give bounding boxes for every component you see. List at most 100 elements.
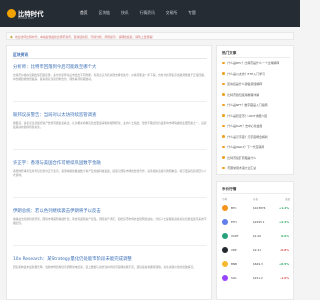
main-nav: 首页 区块链 快讯 行情资讯 交易所 专题 — [80, 10, 207, 16]
hot-article-item[interactable]: 什么是DeFi？去中心化金融 — [222, 124, 292, 128]
coin-name[interactable]: SOL — [231, 276, 253, 280]
divider — [222, 193, 290, 194]
divider — [222, 57, 290, 58]
logo-icon[interactable] — [7, 9, 16, 18]
bullet-icon — [222, 114, 225, 117]
article-summary: 比特币价格在近期出现回落走势，多位分析师对后市给出不同判断。有观点认为若关键支撑… — [13, 73, 207, 82]
nav-home[interactable]: 首页 — [80, 10, 88, 16]
article-title-link[interactable]: 联邦议员警告：当局对以太坊持续监管调查 — [13, 112, 207, 118]
article-item: 伊朗总统：若以色列继续袭击伊朗将予以反击 地缘政治局势持续紧张，国际市场避险情绪… — [13, 208, 207, 246]
divider — [13, 58, 207, 59]
notice-text[interactable]: 欢迎访问比特时代，本站提供最新比特币资讯、区块链新闻、行情分析，风险提示：请理性… — [15, 35, 285, 39]
article-summary: 研究机构发布最新报告称，当前市场结构显示调整尚未结束，链上数据与资金流向均显示短… — [13, 265, 196, 269]
nav-topics[interactable]: 专题 — [188, 10, 196, 16]
coin-name[interactable]: USDT — [231, 234, 253, 238]
coin-icon — [222, 233, 228, 239]
speaker-icon: ◆ — [10, 34, 13, 39]
hot-article-item[interactable]: 什么是稳定币？USDT详细介绍 — [222, 114, 292, 118]
price-quotes-title: 币价行情 — [222, 187, 237, 191]
bullet-icon — [222, 61, 225, 65]
coin-name[interactable]: XRP — [231, 248, 253, 252]
quote-row[interactable]: XRP $2.21 -0.8% — [222, 247, 290, 253]
hot-article-link[interactable]: 什么是DeFi？去中心化金融 — [227, 124, 262, 128]
article-item: 分析师：比特币回落到今后可能跌至哪个大 比特币价格在近期出现回落走势，多位分析师… — [13, 64, 207, 102]
hot-article-link[interactable]: 什么是稳定币？USDT详细介绍 — [227, 114, 267, 118]
coin-icon — [222, 261, 228, 267]
quote-row[interactable]: BNB $649.3 +0.5% — [222, 261, 290, 267]
hot-article-item[interactable]: 区块链是什么通俗易懂解释 — [222, 82, 292, 86]
price-quotes-panel: 币价行情 币种 价格 涨幅 BTC $103876 +1.2% ETH $2495.1 +… — [216, 181, 294, 300]
hot-article-link[interactable]: 什么是NFT？数字藏品入门指南 — [227, 103, 267, 107]
article-summary: 香港财经事务及库务局局长许正宇表示，香港将继续推进数字资产及金融科技发展，加强与… — [13, 169, 207, 178]
hot-article-link[interactable]: 比特币钱包使用教程详解 — [227, 93, 259, 97]
hot-article-link[interactable]: 什么是BTC？比特币是什么一个全球解释 — [227, 61, 279, 65]
coin-price: $103876 — [253, 206, 266, 210]
article-list-panel: 区块资讯 分析师：比特币回落到今后可能跌至哪个大 比特币价格在近期出现回落走势，… — [6, 45, 212, 300]
coin-icon — [222, 219, 228, 225]
article-item: 许正宇：香港与美国合作可继续巩固数字金融 香港财经事务及库务局局长许正宇表示，香… — [13, 160, 207, 198]
coin-price: $2495.1 — [253, 220, 265, 224]
coin-change: 0.0% — [281, 234, 289, 238]
bullet-icon — [222, 82, 225, 86]
column-header-price: 价格 — [253, 198, 259, 201]
bullet-icon — [222, 156, 225, 159]
coin-name[interactable]: BTC — [231, 206, 253, 210]
article-item: 10x Research：某Strategy量化仍处能市阶段未能完成调整 研究机… — [13, 256, 207, 290]
bullet-icon — [222, 145, 225, 149]
nav-flash[interactable]: 快讯 — [121, 10, 129, 16]
hot-article-item[interactable]: 币圈常用术语大全汇总 — [222, 166, 292, 170]
hot-article-link[interactable]: 什么是Web3？下一代互联网 — [227, 145, 264, 149]
hot-article-link[interactable]: 什么是以太坊？ETH入门学习 — [227, 72, 265, 76]
hot-article-item[interactable]: 什么是元宇宙？元宇宙概念解析 — [222, 135, 292, 139]
hot-article-item[interactable]: 什么是NFT？数字藏品入门指南 — [222, 103, 292, 107]
site-tagline: BTC168.COM — [18, 17, 34, 20]
bullet-icon — [222, 166, 225, 170]
coin-name[interactable]: ETH — [231, 220, 253, 224]
coin-price: $649.3 — [253, 262, 263, 266]
nav-blockchain[interactable]: 区块链 — [99, 10, 110, 16]
quote-row[interactable]: ETH $2495.1 +2.4% — [222, 219, 290, 225]
coin-change: -0.8% — [280, 248, 289, 252]
coin-price: $2.21 — [253, 248, 262, 252]
hot-article-link[interactable]: 区块链是什么通俗易懂解释 — [227, 82, 262, 86]
hot-article-item[interactable]: 比特币钱包使用教程详解 — [222, 93, 292, 97]
coin-change: -1.6% — [280, 276, 289, 280]
hot-articles-title: 热门文章 — [222, 51, 237, 55]
bullet-icon — [222, 103, 225, 107]
bullet-icon — [222, 93, 225, 96]
article-title-link[interactable]: 伊朗总统：若以色列继续袭击伊朗将予以反击 — [13, 208, 207, 214]
divider — [13, 245, 207, 246]
hot-article-link[interactable]: 比特币挖矿原理是什么 — [227, 156, 256, 160]
article-summary: 地缘政治局势持续紧张，国际市场避险情绪升温，黄金等避险资产走强，风险资产承压，加… — [13, 217, 207, 226]
divider — [13, 149, 207, 150]
coin-price: $151.2 — [253, 276, 263, 280]
quotes-table-header: 币种 价格 涨幅 — [222, 197, 290, 201]
bullet-icon — [222, 72, 225, 75]
quote-row[interactable]: SOL $151.2 -1.6% — [222, 275, 290, 281]
divider — [13, 101, 207, 102]
coin-name[interactable]: BNB — [231, 262, 253, 266]
nav-market[interactable]: 行情资讯 — [140, 10, 155, 16]
coin-price: $1.00 — [253, 234, 262, 238]
nav-exchange[interactable]: 交易所 — [166, 10, 177, 16]
hot-article-item[interactable]: 比特币挖矿原理是什么 — [222, 156, 292, 160]
coin-icon — [222, 205, 228, 211]
hot-article-item[interactable]: 什么是以太坊？ETH入门学习 — [222, 72, 292, 76]
bullet-icon — [222, 124, 225, 128]
hot-article-item[interactable]: 什么是Web3？下一代互联网 — [222, 145, 292, 149]
coin-change: +1.2% — [278, 206, 289, 210]
column-header-change: 涨幅 — [284, 198, 290, 201]
quote-row[interactable]: BTC $103876 +1.2% — [222, 205, 290, 211]
hot-article-item[interactable]: 什么是BTC？比特币是什么一个全球解释 — [222, 61, 292, 65]
notice-bar: ◆ 欢迎访问比特时代，本站提供最新比特币资讯、区块链新闻、行情分析，风险提示：请… — [6, 32, 294, 40]
coin-change: +0.5% — [278, 262, 289, 266]
column-header-coin: 币种 — [222, 198, 228, 201]
coin-change: +2.4% — [278, 220, 289, 224]
hot-article-link[interactable]: 币圈常用术语大全汇总 — [227, 166, 256, 170]
article-title-link[interactable]: 10x Research：某Strategy量化仍处能市阶段未能完成调整 — [13, 256, 207, 262]
article-title-link[interactable]: 许正宇：香港与美国合作可继续巩固数字金融 — [13, 160, 207, 166]
hot-article-link[interactable]: 什么是元宇宙？元宇宙概念解析 — [227, 135, 267, 139]
article-item: 联邦议员警告：当局对以太坊持续监管调查 据报道，多名议员就加密资产监管问题发表看… — [13, 112, 207, 150]
article-title-link[interactable]: 分析师：比特币回落到今后可能跌至哪个大 — [13, 64, 207, 70]
quote-row[interactable]: USDT $1.00 0.0% — [222, 233, 290, 239]
